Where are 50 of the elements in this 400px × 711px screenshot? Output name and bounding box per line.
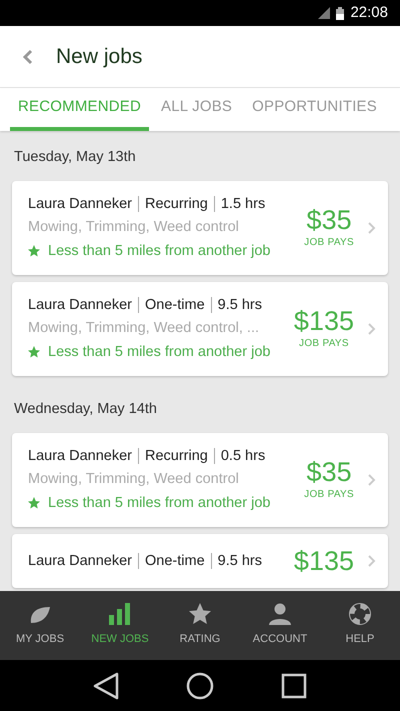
job-summary: Laura Danneker Recurring 0.5 hrs xyxy=(28,446,266,466)
nav-tab[interactable]: HELP xyxy=(320,591,400,660)
job-summary: Laura Danneker One-time 9.5 hrs xyxy=(28,552,263,570)
chevron-icon xyxy=(368,474,376,486)
home-button[interactable] xyxy=(186,672,214,700)
person-icon xyxy=(269,603,291,626)
job-price: $35 xyxy=(306,205,352,236)
distance-note: Less than 5 miles from another job xyxy=(48,342,270,362)
services-text: Mowing, Trimming, Weed control xyxy=(28,470,240,488)
distance-note: Less than 5 miles from another job xyxy=(48,242,270,261)
star-icon xyxy=(28,346,40,358)
lifebuoy-icon xyxy=(349,603,371,626)
signal-icon xyxy=(318,7,330,19)
home-circle-icon xyxy=(186,672,214,700)
nav-tab[interactable]: RATING xyxy=(160,591,240,660)
job-card[interactable]: Laura Danneker One-time 9.5 hrs Mowing, Trimming, Weed control, ... Less than 5 miles from another job $135 JOB PAYS xyxy=(12,282,388,376)
back-icon xyxy=(23,48,33,64)
clock-time: 22:08 xyxy=(350,2,388,23)
price-label: JOB PAYS xyxy=(304,488,354,502)
nav-tab[interactable]: MY JOBS xyxy=(0,591,80,660)
chevron-icon xyxy=(368,554,376,566)
price-label: JOB PAYS xyxy=(299,337,349,352)
chevron-icon xyxy=(368,222,376,234)
star-icon xyxy=(189,603,211,626)
job-price: $35 xyxy=(306,457,352,487)
date-heading: Wednesday, May 14th xyxy=(13,400,158,419)
star-icon xyxy=(28,496,40,508)
job-price: $135 xyxy=(294,306,354,336)
battery-icon xyxy=(336,6,344,20)
recents-square-icon xyxy=(280,672,307,698)
price-label: JOB PAYS xyxy=(304,236,354,250)
bar-chart-icon xyxy=(109,603,131,626)
back-triangle-icon xyxy=(93,672,120,700)
chevron-icon xyxy=(368,322,376,335)
star-icon xyxy=(28,244,40,257)
back-button[interactable] xyxy=(93,672,120,700)
job-summary: Laura Danneker Recurring 1.5 hrs xyxy=(28,194,266,214)
nav-tab[interactable]: NEW JOBS xyxy=(80,591,160,660)
job-summary: Laura Danneker One-time 9.5 hrs xyxy=(28,296,263,315)
job-card[interactable]: Laura Danneker Recurring 1.5 hrs Mowing, Trimming, Weed control Less than 5 miles from another job $35 JOB PAYS xyxy=(12,180,388,275)
services-text: Mowing, Trimming, Weed control, ... xyxy=(28,318,260,338)
job-price: $135 xyxy=(294,546,354,576)
distance-note: Less than 5 miles from another job xyxy=(48,494,270,512)
job-card[interactable]: Laura Danneker One-time 9.5 hrs $135 xyxy=(12,534,388,588)
date-heading: Tuesday, May 13th xyxy=(13,148,137,167)
page-title: New jobs xyxy=(56,44,142,70)
recents-button[interactable] xyxy=(280,672,307,698)
services-text: Mowing, Trimming, Weed control xyxy=(28,218,240,237)
job-card[interactable]: Laura Danneker Recurring 0.5 hrs Mowing, Trimming, Weed control Less than 5 miles from another job $35 JOB PAYS xyxy=(12,432,388,526)
nav-tab[interactable]: ACCOUNT xyxy=(240,591,320,660)
